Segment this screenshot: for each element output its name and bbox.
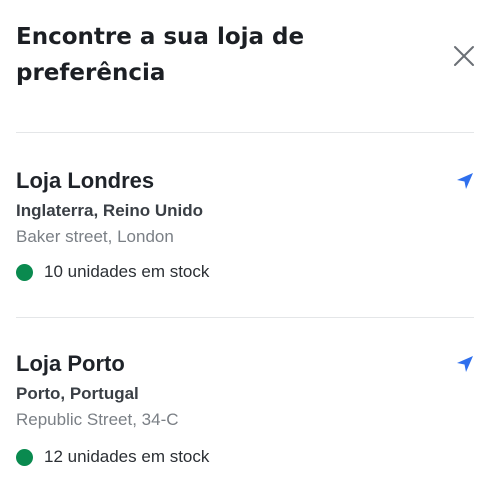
directions-button[interactable] <box>455 171 475 191</box>
directions-button[interactable] <box>455 354 475 374</box>
store-region: Porto, Portugal <box>16 384 139 403</box>
stock-status: 10 unidades em stock <box>16 261 209 283</box>
store-card-porto[interactable]: Loja Porto Porto, Portugal Republic Stre… <box>16 318 474 480</box>
stock-dot-icon <box>16 263 33 281</box>
close-button[interactable] <box>452 44 476 68</box>
stock-text: 12 unidades em stock <box>44 447 210 466</box>
close-icon <box>454 46 474 66</box>
stock-text: 10 unidades em stock <box>44 262 210 281</box>
stock-dot-icon <box>16 448 33 466</box>
modal-title: Encontre a sua loja de preferência <box>16 24 305 86</box>
store-address: Baker street, London <box>16 227 174 246</box>
store-region: Inglaterra, Reino Unido <box>16 201 204 220</box>
modal-header: Encontre a sua loja de preferência <box>16 0 474 133</box>
navigation-arrow-icon <box>457 173 473 189</box>
navigation-arrow-icon <box>457 356 473 372</box>
store-name: Loja Porto <box>16 351 125 376</box>
store-name: Loja Londres <box>16 168 155 193</box>
store-address: Republic Street, 34-C <box>16 410 179 429</box>
store-card-londres[interactable]: Loja Londres Inglaterra, Reino Unido Bak… <box>16 134 474 318</box>
stock-status: 12 unidades em stock <box>16 446 209 468</box>
